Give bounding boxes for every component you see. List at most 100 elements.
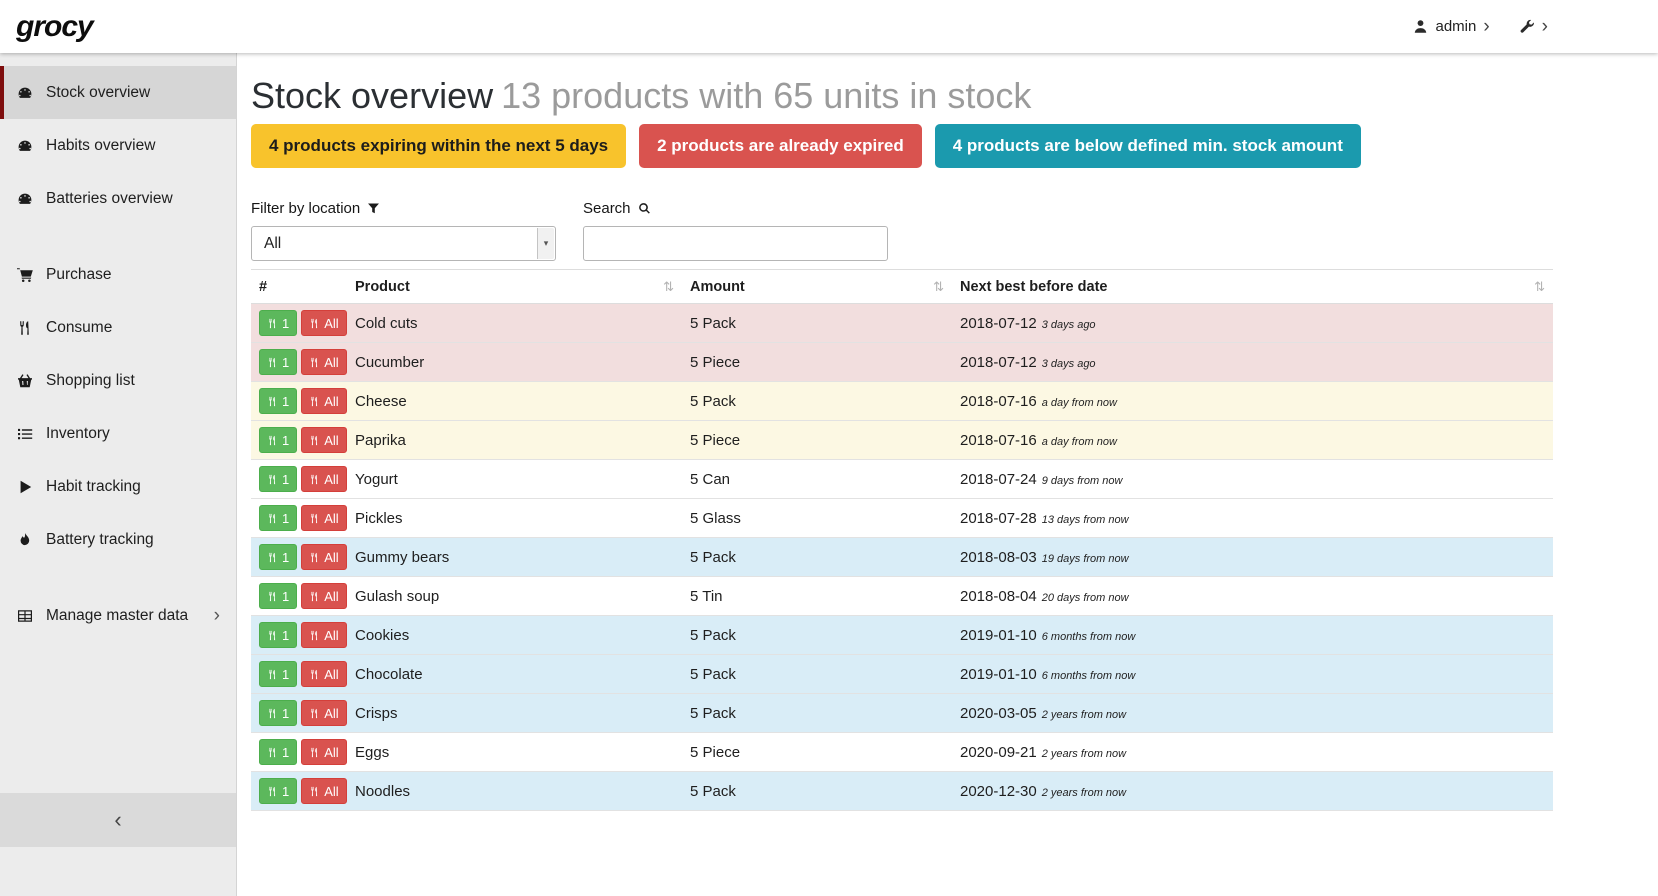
consume-all-button[interactable]: All bbox=[301, 544, 346, 570]
date-value: 2018-07-12 bbox=[960, 354, 1037, 371]
sidebar-item-label: Battery tracking bbox=[46, 531, 154, 549]
product-amount: 5 Pack bbox=[682, 304, 952, 343]
table-row: 1AllYogurt5 Can2018-07-249 days from now bbox=[251, 460, 1553, 499]
app-logo[interactable]: grocy bbox=[16, 10, 93, 44]
row-actions: 1All bbox=[251, 694, 347, 733]
relative-time: 2 years from now bbox=[1042, 787, 1126, 799]
sidebar-item-batteries-overview[interactable]: Batteries overview bbox=[0, 172, 236, 225]
best-before-date: 2018-07-249 days from now bbox=[952, 460, 1553, 499]
sidebar-item-manage-master-data[interactable]: Manage master data› bbox=[0, 589, 236, 642]
list-icon bbox=[16, 426, 34, 442]
consume-one-button[interactable]: 1 bbox=[259, 583, 297, 609]
consume-one-button[interactable]: 1 bbox=[259, 700, 297, 726]
utensils-icon bbox=[267, 435, 278, 446]
consume-all-button[interactable]: All bbox=[301, 778, 346, 804]
relative-time: 2 years from now bbox=[1042, 709, 1126, 721]
table-row: 1AllCold cuts5 Pack2018-07-123 days ago bbox=[251, 304, 1553, 343]
relative-time: 13 days from now bbox=[1042, 514, 1129, 526]
utensils-icon bbox=[309, 747, 320, 758]
column-header-number[interactable]: # bbox=[251, 270, 347, 304]
consume-one-button[interactable]: 1 bbox=[259, 310, 297, 336]
consume-all-button[interactable]: All bbox=[301, 466, 346, 492]
location-filter: Filter by location All ▾ bbox=[251, 200, 556, 261]
sidebar-item-label: Manage master data bbox=[46, 607, 188, 625]
filter-label: Filter by location bbox=[251, 200, 556, 217]
consume-all-button[interactable]: All bbox=[301, 505, 346, 531]
consume-one-button[interactable]: 1 bbox=[259, 739, 297, 765]
utensils-icon bbox=[267, 318, 278, 329]
column-header-amount[interactable]: Amount bbox=[682, 270, 952, 304]
stock-table-body: 1AllCold cuts5 Pack2018-07-123 days ago1… bbox=[251, 304, 1553, 811]
search-input[interactable] bbox=[583, 226, 888, 261]
relative-time: 3 days ago bbox=[1042, 319, 1096, 331]
sidebar-item-label: Consume bbox=[46, 319, 112, 337]
consume-one-button[interactable]: 1 bbox=[259, 778, 297, 804]
search-control: Search bbox=[583, 200, 888, 261]
flame-icon bbox=[16, 532, 34, 548]
status-badge[interactable]: 2 products are already expired bbox=[639, 124, 922, 168]
play-icon bbox=[16, 479, 34, 495]
status-badge[interactable]: 4 products are below defined min. stock … bbox=[935, 124, 1361, 168]
consume-one-button[interactable]: 1 bbox=[259, 505, 297, 531]
consume-all-button[interactable]: All bbox=[301, 310, 346, 336]
product-name: Cookies bbox=[347, 616, 682, 655]
product-name: Cheese bbox=[347, 382, 682, 421]
product-name: Gulash soup bbox=[347, 577, 682, 616]
product-amount: 5 Piece bbox=[682, 421, 952, 460]
row-actions: 1All bbox=[251, 655, 347, 694]
topbar-right: admin › › bbox=[1413, 17, 1548, 36]
consume-all-button[interactable]: All bbox=[301, 388, 346, 414]
status-badge[interactable]: 4 products expiring within the next 5 da… bbox=[251, 124, 626, 168]
utensils-icon bbox=[16, 320, 34, 336]
sidebar-item-consume[interactable]: Consume bbox=[0, 301, 236, 354]
consume-all-button[interactable]: All bbox=[301, 700, 346, 726]
sidebar-item-shopping-list[interactable]: Shopping list bbox=[0, 354, 236, 407]
consume-one-button[interactable]: 1 bbox=[259, 466, 297, 492]
utensils-icon bbox=[309, 786, 320, 797]
settings-menu[interactable]: › bbox=[1520, 17, 1548, 36]
consume-all-button[interactable]: All bbox=[301, 349, 346, 375]
row-actions: 1All bbox=[251, 538, 347, 577]
consume-one-button[interactable]: 1 bbox=[259, 544, 297, 570]
sidebar-item-stock-overview[interactable]: Stock overview bbox=[0, 66, 236, 119]
consume-one-button[interactable]: 1 bbox=[259, 349, 297, 375]
consume-all-button[interactable]: All bbox=[301, 427, 346, 453]
date-value: 2018-07-28 bbox=[960, 510, 1037, 527]
utensils-icon bbox=[267, 591, 278, 602]
column-header-best-before[interactable]: Next best before date bbox=[952, 270, 1553, 304]
sidebar-item-habits-overview[interactable]: Habits overview bbox=[0, 119, 236, 172]
sidebar-item-battery-tracking[interactable]: Battery tracking bbox=[0, 513, 236, 566]
product-name: Pickles bbox=[347, 499, 682, 538]
sidebar-item-inventory[interactable]: Inventory bbox=[0, 407, 236, 460]
column-header-product[interactable]: Product bbox=[347, 270, 682, 304]
utensils-icon bbox=[267, 747, 278, 758]
date-value: 2020-03-05 bbox=[960, 705, 1037, 722]
consume-all-button[interactable]: All bbox=[301, 739, 346, 765]
product-name: Cold cuts bbox=[347, 304, 682, 343]
row-actions: 1All bbox=[251, 772, 347, 811]
utensils-icon bbox=[267, 552, 278, 563]
utensils-icon bbox=[267, 357, 278, 368]
product-amount: 5 Tin bbox=[682, 577, 952, 616]
consume-one-button[interactable]: 1 bbox=[259, 622, 297, 648]
consume-all-button[interactable]: All bbox=[301, 583, 346, 609]
best-before-date: 2019-01-106 months from now bbox=[952, 655, 1553, 694]
filter-icon bbox=[367, 202, 380, 215]
sidebar-item-purchase[interactable]: Purchase bbox=[0, 248, 236, 301]
consume-one-button[interactable]: 1 bbox=[259, 661, 297, 687]
sidebar-item-habit-tracking[interactable]: Habit tracking bbox=[0, 460, 236, 513]
consume-one-button[interactable]: 1 bbox=[259, 388, 297, 414]
sidebar-collapse-button[interactable]: ‹ bbox=[0, 793, 236, 847]
select-arrow-icon[interactable]: ▾ bbox=[537, 228, 554, 259]
utensils-icon bbox=[309, 591, 320, 602]
consume-all-button[interactable]: All bbox=[301, 661, 346, 687]
best-before-date: 2020-12-302 years from now bbox=[952, 772, 1553, 811]
location-select[interactable]: All ▾ bbox=[251, 226, 556, 261]
product-name: Chocolate bbox=[347, 655, 682, 694]
consume-one-button[interactable]: 1 bbox=[259, 427, 297, 453]
product-name: Noodles bbox=[347, 772, 682, 811]
consume-all-button[interactable]: All bbox=[301, 622, 346, 648]
gauge-icon bbox=[16, 85, 34, 101]
table-row: 1AllPaprika5 Piece2018-07-16a day from n… bbox=[251, 421, 1553, 460]
user-menu[interactable]: admin › bbox=[1413, 17, 1489, 36]
